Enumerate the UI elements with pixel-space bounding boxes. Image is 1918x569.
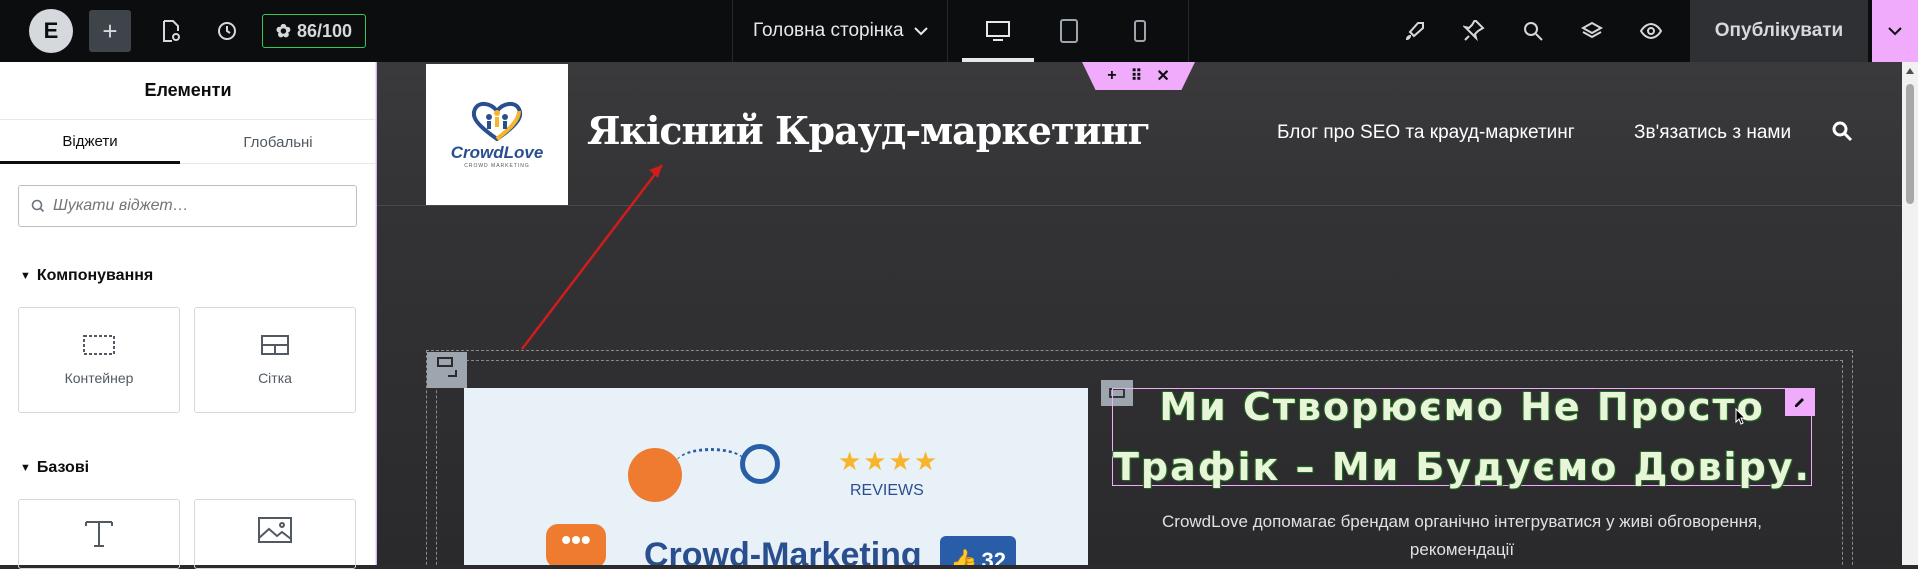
tab-global[interactable]: Глобальні xyxy=(188,121,368,164)
tab-widgets[interactable]: Віджети xyxy=(0,121,180,164)
widget-image[interactable] xyxy=(194,499,356,569)
chevron-down-icon xyxy=(913,27,928,36)
elements-panel: Елементи Віджети Глобальні ▼ Компонуванн… xyxy=(0,62,376,569)
widget-search-input[interactable] xyxy=(53,197,343,215)
notes-button[interactable] xyxy=(1453,10,1495,52)
publish-label: Опублікувати xyxy=(1714,20,1844,41)
widget-container[interactable]: Контейнер xyxy=(18,307,180,413)
preview-button[interactable] xyxy=(1630,10,1672,52)
page-selector[interactable]: Головна сторінка xyxy=(732,0,948,62)
container-icon xyxy=(83,335,115,355)
annotation-arrow xyxy=(521,164,663,350)
widget-heading[interactable] xyxy=(18,499,180,569)
add-element-button[interactable]: + xyxy=(89,10,131,52)
page-name: Головна сторінка xyxy=(753,20,904,41)
text-icon xyxy=(85,521,113,547)
canvas-scrollbar[interactable] xyxy=(1902,62,1918,565)
device-tablet-button[interactable] xyxy=(1033,0,1105,62)
mobile-icon xyxy=(1134,20,1146,42)
caret-down-icon: ▼ xyxy=(20,270,31,282)
eye-icon xyxy=(1639,22,1663,40)
score-gear-icon: ✿ xyxy=(275,20,292,41)
search-icon xyxy=(1524,22,1543,41)
publish-options-button[interactable] xyxy=(1872,0,1918,62)
page-settings-button[interactable] xyxy=(150,10,192,52)
tablet-icon xyxy=(1060,19,1078,43)
widget-grid[interactable]: Сітка xyxy=(194,307,356,413)
divider xyxy=(1188,0,1189,62)
section-layout-title: Компонування xyxy=(36,267,154,284)
widget-container-label: Контейнер xyxy=(64,370,134,386)
caret-down-icon: ▼ xyxy=(20,462,31,474)
section-basic-toggle[interactable]: ▼ Базові xyxy=(20,459,89,477)
elementor-logo-icon: E xyxy=(29,9,73,53)
section-basic-title: Базові xyxy=(36,459,90,476)
elementor-menu-button[interactable]: E xyxy=(28,9,74,53)
section-layout-toggle[interactable]: ▼ Компонування xyxy=(20,267,153,285)
launchpad-button[interactable] xyxy=(1394,10,1436,52)
history-button[interactable] xyxy=(206,10,248,52)
device-desktop-button[interactable] xyxy=(962,0,1034,62)
widget-grid-label: Сітка xyxy=(258,370,292,386)
grid-icon xyxy=(261,335,289,355)
scroll-up-arrow-icon[interactable] xyxy=(1906,68,1914,74)
plus-icon: + xyxy=(102,15,118,46)
desktop-icon xyxy=(986,21,1010,41)
device-mobile-button[interactable] xyxy=(1104,0,1176,62)
score-value: 86/100 xyxy=(297,20,353,41)
site-health-score[interactable]: ✿ 86/100 xyxy=(262,14,366,48)
widget-search xyxy=(18,185,357,227)
scrollbar-thumb[interactable] xyxy=(1906,84,1914,204)
editor-canvas: CrowdLove CROWD MARKETING Якісний Крауд-… xyxy=(376,62,1902,565)
image-icon xyxy=(258,517,292,543)
layers-icon xyxy=(1581,21,1603,39)
document-settings-icon xyxy=(163,20,180,42)
publish-button[interactable]: Опублікувати xyxy=(1690,0,1868,62)
panel-tabs: Віджети Глобальні xyxy=(0,121,376,164)
search-icon xyxy=(31,199,45,213)
chevron-down-icon xyxy=(1888,27,1902,36)
editor-topbar: E + ✿ 86/100 Головна сторінка Опублікува… xyxy=(0,0,1918,62)
mouse-cursor-icon xyxy=(1735,408,1745,425)
finder-button[interactable] xyxy=(1512,10,1554,52)
pin-icon xyxy=(1463,20,1485,42)
history-icon xyxy=(218,22,236,40)
rocket-icon xyxy=(1405,22,1424,41)
panel-title: Елементи xyxy=(0,62,376,120)
structure-button[interactable] xyxy=(1571,10,1613,52)
